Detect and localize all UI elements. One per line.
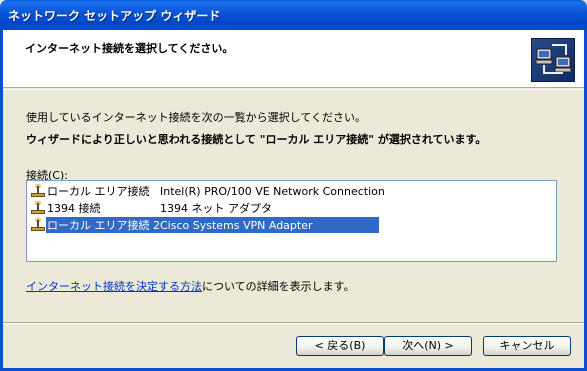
title-bar[interactable]: ネットワーク セットアップ ウィザード (0, 0, 587, 30)
connection-name: 1394 接続 (47, 202, 101, 215)
page-heading: インターネット接続を選択してください。 (25, 42, 234, 55)
window-title: ネットワーク セットアップ ウィザード (8, 9, 221, 23)
connection-row-2[interactable]: ローカル エリア接続 2 Cisco Systems VPN Adapter (30, 217, 410, 233)
cancel-button[interactable]: キャンセル (483, 336, 571, 356)
selection-note: ウィザードにより正しいと思われる接続として "ローカル エリア接続" が選択され… (26, 133, 487, 146)
connection-name: ローカル エリア接続 (47, 185, 150, 198)
wizard-header: インターネット接続を選択してください。 (3, 30, 584, 88)
connection-device: 1394 ネット アダプタ (160, 202, 272, 215)
connection-row-0[interactable]: ローカル エリア接続 Intel(R) PRO/100 VE Network C… (30, 183, 410, 199)
help-link[interactable]: インターネット接続を決定する方法 (26, 280, 202, 293)
back-button[interactable]: < 戻る(B) (296, 336, 384, 356)
help-link-suffix: についての詳細を表示します。 (202, 280, 355, 293)
header-divider (3, 89, 584, 90)
help-line: インターネット接続を決定する方法についての詳細を表示します。 (26, 278, 355, 294)
footer-divider-highlight (3, 323, 584, 324)
network-connection-icon (30, 184, 46, 198)
connection-device: Intel(R) PRO/100 VE Network Connection (160, 184, 385, 198)
connection-row-1[interactable]: 1394 接続 1394 ネット アダプタ (30, 200, 410, 216)
selected-connection-band: ローカル エリア接続 2 Cisco Systems VPN Adapter (46, 217, 379, 233)
intro-text: 使用しているインターネット接続を次の一覧から選択してください。 (26, 111, 367, 124)
connections-listbox[interactable]: ローカル エリア接続 Intel(R) PRO/100 VE Network C… (26, 180, 557, 262)
connection-device: Cisco Systems VPN Adapter (160, 218, 313, 232)
network-wizard-icon (531, 38, 575, 82)
connection-name: ローカル エリア接続 2 (47, 219, 160, 232)
network-connection-icon (30, 218, 46, 232)
network-connection-icon (30, 201, 46, 215)
next-button[interactable]: 次へ(N) > (384, 336, 472, 356)
